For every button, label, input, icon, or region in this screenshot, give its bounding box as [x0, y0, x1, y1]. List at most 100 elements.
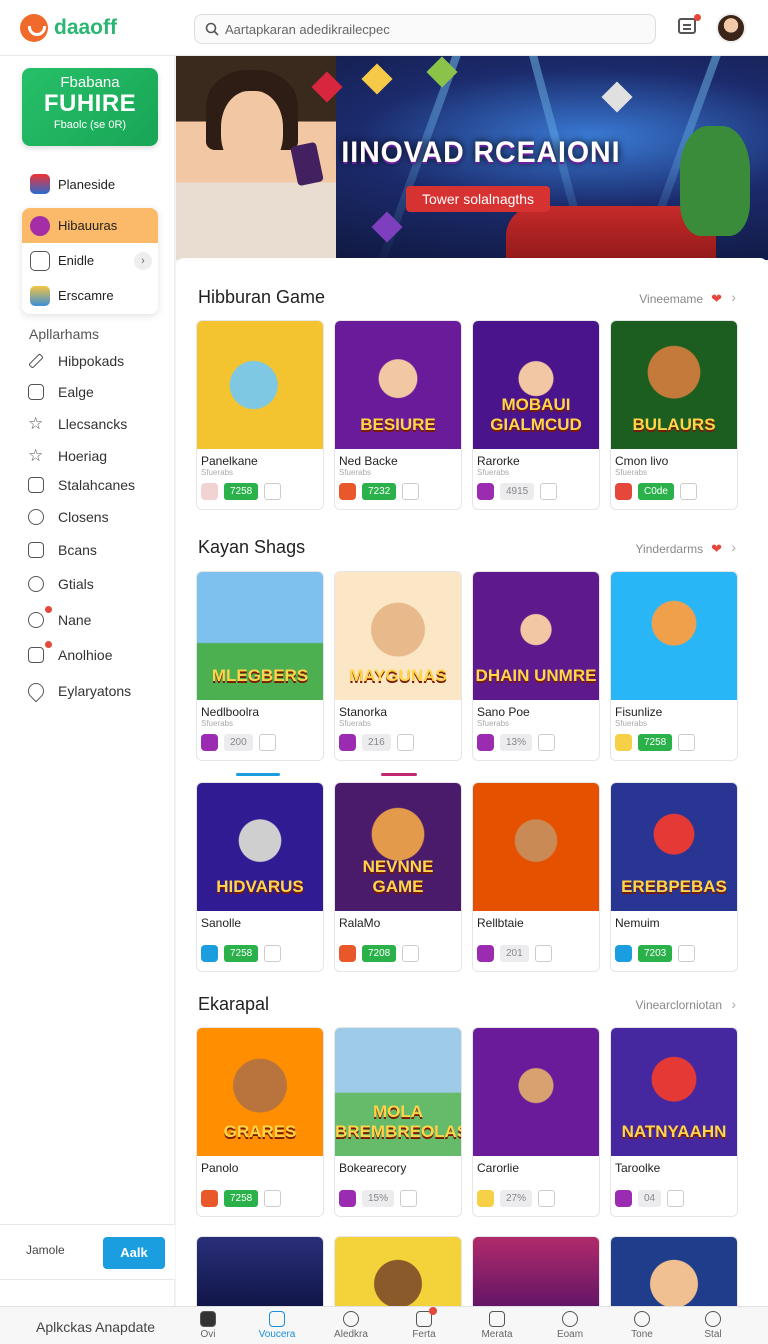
game-card[interactable]: Rellbtaie 201: [472, 782, 600, 972]
download-count-badge[interactable]: 7203: [638, 945, 673, 962]
game-card[interactable]: Carorlie 27%: [472, 1027, 600, 1217]
avatar[interactable]: [716, 13, 746, 43]
download-count-badge[interactable]: 200: [224, 734, 253, 751]
bookmark-icon[interactable]: [400, 1190, 418, 1207]
download-count-badge[interactable]: 7258: [224, 945, 259, 962]
download-count-badge[interactable]: 7232: [362, 483, 397, 500]
sidebar-item-enidle[interactable]: Enidle ›: [22, 243, 158, 278]
game-name: Sano Poe: [477, 705, 530, 719]
game-card[interactable]: Panelkane Sfuerabs 7258: [196, 320, 324, 510]
search-input[interactable]: [225, 21, 625, 37]
sidebar-item-bcans[interactable]: Bcans: [28, 542, 97, 558]
download-count-badge[interactable]: 216: [362, 734, 391, 751]
footer-button[interactable]: Aalk: [103, 1237, 165, 1269]
sidebar-item-label: Nane: [58, 612, 92, 628]
sidebar-item-llecsancks[interactable]: ☆ Llecsancks: [28, 414, 127, 434]
nav-item-ferta[interactable]: Ferta: [399, 1307, 449, 1340]
game-name: Stanorka: [339, 705, 388, 719]
game-card[interactable]: MOBAUI GIALMCUD Rarorke Sfuerabs 4915: [472, 320, 600, 510]
nav-item-voucera[interactable]: Voucera: [252, 1311, 302, 1340]
app-logo[interactable]: daaoff: [20, 14, 117, 42]
chevron-right-icon[interactable]: ›: [134, 251, 152, 270]
download-count-badge[interactable]: 201: [500, 945, 529, 962]
nav-item-merata[interactable]: Merata: [472, 1311, 522, 1340]
bookmark-icon[interactable]: [264, 1190, 282, 1207]
promo-card[interactable]: Fbabana FUHIRE Fbaolc (se 0R): [22, 68, 158, 146]
search-bar[interactable]: [194, 14, 656, 44]
bookmark-icon[interactable]: [402, 945, 420, 962]
game-card[interactable]: Fisunlize Sfuerabs 7258: [610, 571, 738, 761]
bookmark-icon[interactable]: [678, 734, 696, 751]
game-card[interactable]: GRARES Panolo 7258: [196, 1027, 324, 1217]
notifications-icon[interactable]: [678, 14, 701, 34]
sidebar-item-eylaryatons[interactable]: Eylaryatons: [24, 679, 131, 703]
game-card-partial[interactable]: [334, 1236, 462, 1306]
sidebar-item-feature[interactable]: Planeside: [22, 166, 158, 202]
game-card[interactable]: EREBPEBAS Nemuim 7203: [610, 782, 738, 972]
nav-item-aledkra[interactable]: Aledkra: [326, 1311, 376, 1340]
nav-item-home[interactable]: Ovi: [183, 1311, 233, 1340]
game-subtitle: Sfuerabs: [477, 468, 510, 477]
sidebar-item-hibpokads[interactable]: Hibpokads: [28, 353, 124, 369]
download-count-badge[interactable]: 7258: [224, 1190, 259, 1207]
bookmark-icon[interactable]: [538, 734, 556, 751]
download-count-badge[interactable]: 13%: [500, 734, 533, 751]
download-count-badge[interactable]: C0de: [638, 483, 674, 500]
download-count-badge[interactable]: 4915: [500, 483, 535, 500]
game-card[interactable]: BESIURE Ned Backe Sfuerabs 7232: [334, 320, 462, 510]
nav-item-tone[interactable]: Tone: [617, 1311, 667, 1340]
game-card[interactable]: MAYGUNAS Stanorka Sfuerabs 216: [334, 571, 462, 761]
sidebar-item-gtials[interactable]: Gtials: [28, 576, 94, 592]
hero-tag-button[interactable]: Tower solalnagths: [406, 186, 551, 212]
bookmark-icon[interactable]: [538, 1190, 556, 1207]
hero-banner[interactable]: IINOVAD RCEAIONI Tower solalnagths: [176, 56, 768, 260]
bookmark-icon[interactable]: [264, 945, 282, 962]
game-card[interactable]: BULAURS Cmon livo Sfuerabs C0de: [610, 320, 738, 510]
sidebar-item-hoeriag[interactable]: ☆ Hoeriag: [28, 446, 107, 466]
download-count-badge[interactable]: 7208: [362, 945, 397, 962]
game-card[interactable]: NATNYAAHN Taroolke 04: [610, 1027, 738, 1217]
sidebar-item-ealge[interactable]: Ealge: [28, 384, 94, 400]
sidebar-item-anolhioe[interactable]: Anolhioe: [28, 641, 113, 663]
bookmark-icon[interactable]: [540, 483, 558, 500]
game-card[interactable]: HIDVARUS Sanolle 7258: [196, 782, 324, 972]
game-card[interactable]: DHAIN UNMRE Sano Poe Sfuerabs 13%: [472, 571, 600, 761]
chevron-right-icon[interactable]: ›: [731, 289, 736, 305]
download-count-badge[interactable]: 04: [638, 1190, 662, 1207]
bookmark-icon[interactable]: [264, 483, 282, 500]
download-count-badge[interactable]: 7258: [638, 734, 673, 751]
bookmark-icon[interactable]: [396, 734, 414, 751]
nav-item-stal[interactable]: Stal: [688, 1311, 738, 1340]
bookmark-icon[interactable]: [679, 483, 697, 500]
bookmark-icon[interactable]: [402, 483, 420, 500]
sidebar-item-stalahcanes[interactable]: Stalahcanes: [28, 477, 135, 493]
chevron-right-icon[interactable]: ›: [731, 539, 736, 555]
game-card-partial[interactable]: [610, 1236, 738, 1306]
game-card-partial[interactable]: [472, 1236, 600, 1306]
bookmark-icon[interactable]: [258, 734, 276, 751]
game-card[interactable]: MOLA BREMBREOLAS Bokearecory 15%: [334, 1027, 462, 1217]
notification-dot: [429, 1307, 437, 1315]
person-icon: [705, 1311, 721, 1327]
sidebar-item-erscamre[interactable]: Erscamre: [22, 278, 158, 313]
sidebar-item-nane[interactable]: Nane: [28, 606, 92, 628]
game-art-title: MOLA BREMBREOLAS: [335, 1102, 461, 1141]
download-count-badge[interactable]: 15%: [362, 1190, 395, 1207]
bookmark-icon[interactable]: [534, 945, 552, 962]
logo-icon: [20, 14, 48, 42]
section-more-link[interactable]: Vinearclorniotan: [635, 998, 722, 1012]
sidebar-item-closens[interactable]: Closens: [28, 509, 109, 525]
download-count-badge[interactable]: 7258: [224, 483, 259, 500]
game-card-partial[interactable]: [196, 1236, 324, 1306]
sidebar-item-hibauuras[interactable]: Hibauuras: [22, 208, 158, 243]
nav-item-eoam[interactable]: Eoam: [545, 1311, 595, 1340]
bookmark-icon[interactable]: [667, 1190, 685, 1207]
section-more-link[interactable]: Vineemame ❤: [639, 291, 722, 307]
game-card[interactable]: NEVNNE GAME RalaMo 7208: [334, 782, 462, 972]
chevron-right-icon[interactable]: ›: [731, 996, 736, 1012]
gem-icon: [601, 81, 633, 113]
section-more-link[interactable]: Yinderdarms ❤: [636, 541, 723, 557]
bookmark-icon[interactable]: [678, 945, 696, 962]
download-count-badge[interactable]: 27%: [500, 1190, 533, 1207]
game-card[interactable]: MLEGBERS Nedlboolra Sfuerabs 200: [196, 571, 324, 761]
